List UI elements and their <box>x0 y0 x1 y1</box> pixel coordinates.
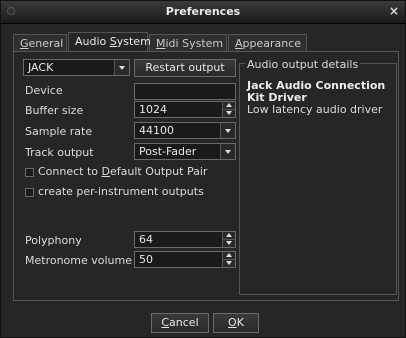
audio-output-details-title: Audio output details <box>245 58 361 71</box>
metronome-volume-label: Metronome volume <box>25 254 133 267</box>
polyphony-spinbox[interactable]: 64 <box>134 231 236 248</box>
tab-appearance[interactable]: Appearance <box>228 34 307 51</box>
ok-button[interactable]: OK <box>213 313 259 333</box>
close-icon[interactable]: × <box>389 4 399 18</box>
device-field[interactable] <box>134 83 236 100</box>
buffer-size-spinbox[interactable]: 1024 <box>134 101 236 118</box>
per-instrument-outputs-label[interactable]: create per-instrument outputs <box>38 185 204 198</box>
buffer-size-label: Buffer size <box>25 104 84 117</box>
driver-select[interactable]: JACK <box>23 59 130 76</box>
restart-output-button[interactable]: Restart output <box>134 59 236 77</box>
driver-description: Low latency audio driver <box>247 103 383 116</box>
tab-audio-system[interactable]: Audio System <box>68 32 151 51</box>
sample-rate-label: Sample rate <box>25 125 93 138</box>
chevron-down-icon[interactable] <box>220 123 235 138</box>
spin-up-icon[interactable] <box>222 232 235 240</box>
chevron-down-icon[interactable] <box>114 60 129 75</box>
polyphony-label: Polyphony <box>25 234 82 247</box>
track-output-select[interactable]: Post-Fader <box>134 143 236 160</box>
connect-default-pair-checkbox[interactable] <box>25 168 34 177</box>
tab-midi-system[interactable]: Midi System <box>149 34 227 51</box>
spin-up-icon[interactable] <box>222 102 235 110</box>
polyphony-value: 64 <box>139 233 153 246</box>
title-bar[interactable]: Preferences × <box>1 1 405 24</box>
metronome-volume-spinbox[interactable]: 50 <box>134 251 236 268</box>
spin-up-icon[interactable] <box>222 252 235 260</box>
spin-down-icon[interactable] <box>222 260 235 267</box>
chevron-down-icon[interactable] <box>220 144 235 159</box>
connect-default-pair-label[interactable]: Connect to Default Output Pair <box>38 165 207 178</box>
buffer-size-value: 1024 <box>139 103 167 116</box>
window-title: Preferences <box>165 5 241 18</box>
metronome-volume-value: 50 <box>139 253 153 266</box>
track-output-label: Track output <box>25 146 94 159</box>
spin-down-icon[interactable] <box>222 240 235 247</box>
cancel-button[interactable]: Cancel <box>151 313 209 333</box>
driver-name: Jack Audio Connection Kit Driver <box>247 79 386 104</box>
device-label: Device <box>25 84 63 97</box>
tab-general[interactable]: General <box>13 34 67 51</box>
driver-select-value: JACK <box>28 61 54 74</box>
sample-rate-select[interactable]: 44100 <box>134 122 236 139</box>
spin-down-icon[interactable] <box>222 110 235 117</box>
per-instrument-outputs-checkbox[interactable] <box>25 188 34 197</box>
track-output-value: Post-Fader <box>139 145 197 158</box>
sample-rate-value: 44100 <box>139 124 174 137</box>
preferences-window: Preferences × General Audio System Midi … <box>0 0 406 338</box>
